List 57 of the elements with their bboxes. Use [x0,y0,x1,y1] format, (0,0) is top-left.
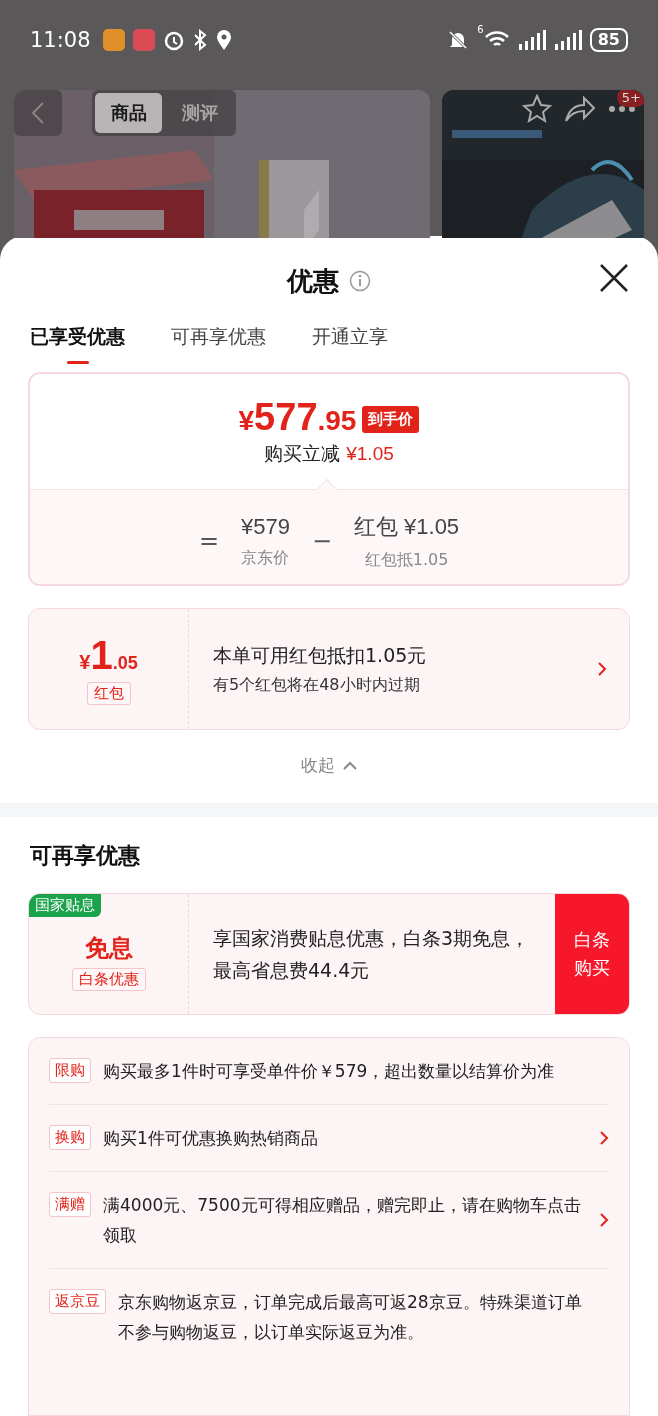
interest-free-label: 免息 [84,932,133,964]
coupon-name: 红包 [354,512,399,541]
discount-tab[interactable]: 已享受优惠 [30,324,125,364]
coupon-amount: ¥1.05 [79,633,138,678]
minus-sign: − [311,527,333,555]
promotion-tag: 返京豆 [49,1289,106,1314]
baitiao-buy-button[interactable]: 白条购买 [555,894,629,1014]
collapse-button[interactable]: 收起 [301,754,357,777]
jd-price: ¥579 [241,513,290,540]
sheet-title: 优惠 [287,264,339,298]
close-button[interactable] [598,262,630,294]
promotion-text: 京东购物返京豆，订单完成后最高可返28京豆。特殊渠道订单不参与购物返豆，以订单实际返豆为准。 [118,1291,583,1344]
promotion-text: 购买1件可优惠换购热销商品 [103,1127,319,1150]
promotion-text: 购买最多1件时可享受单件价￥579，超出数量以结算价为准 [103,1060,556,1083]
promotion-tag: 换购 [49,1125,91,1150]
app-notification-icon [132,29,155,51]
mute-bell-icon [447,29,470,51]
subsidy-tag: 国家贴息 [29,894,101,917]
coupon-card[interactable]: ¥1.05 红包 本单可用红包抵扣1.05元 有5个红包将在48小时内过期 [28,608,630,730]
reduction-value: ¥1.05 [346,442,394,465]
price-tag: 到手价 [362,406,420,433]
app-notification-icon [102,29,125,51]
reduction-label: 购买立减 [264,441,341,466]
chevron-up-icon [343,761,357,770]
product-tab[interactable]: 测评 [166,93,233,133]
chevron-right-icon [597,661,607,677]
signal-icon [517,29,546,51]
baitiao-tag: 白条优惠 [71,967,146,991]
chevron-right-icon[interactable] [599,1130,609,1146]
promotion-text: 满4000元、7500元可得相应赠品，赠完即止，请在购物车点击领取 [103,1194,582,1247]
info-icon[interactable] [349,270,371,292]
star-icon[interactable] [522,94,552,124]
discount-tab[interactable]: 可再享优惠 [171,324,266,364]
subsidy-description: 享国家消费贴息优惠，白条3期免息，最高省息费44.4元 [213,926,531,983]
battery-level: 85 [589,28,628,52]
section-title: 可再享优惠 [30,842,141,870]
chevron-right-icon[interactable] [599,1212,609,1228]
discount-tab[interactable]: 开通立享 [312,324,388,364]
product-tab[interactable]: 商品 [95,93,162,133]
jd-price-label: 京东价 [241,547,290,569]
coupon-description: 本单可用红包抵扣1.05元 [213,642,428,668]
bluetooth-icon [192,29,207,51]
location-pin-icon [214,29,233,51]
coupon-expiry-note: 有5个红包将在48小时内过期 [213,674,421,696]
promotion-tag: 限购 [49,1058,91,1083]
coupon-value: ¥1.05 [404,513,460,540]
promotion-tag: 满赠 [49,1192,91,1217]
equals-sign: = [198,527,219,555]
clock-time: 11:08 [30,28,91,52]
more-dots-icon[interactable] [608,105,636,113]
coupon-label: 红包抵1.05 [364,549,449,571]
wifi-generation-label: 6 [477,24,484,35]
alarm-icon [162,29,185,51]
signal-icon [553,29,582,51]
share-icon[interactable] [564,95,596,123]
final-price: ¥577.95 [238,396,357,439]
coupon-tag: 红包 [86,682,131,705]
